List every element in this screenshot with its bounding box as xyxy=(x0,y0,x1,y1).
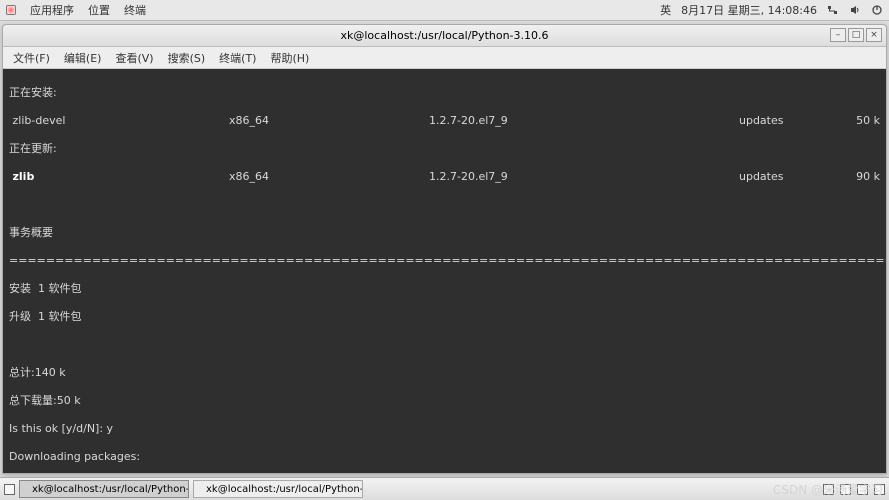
line xyxy=(9,198,880,212)
menubar: 文件(F) 编辑(E) 查看(V) 搜索(S) 终端(T) 帮助(H) xyxy=(3,47,886,69)
menu-terminal-m[interactable]: 终端(T) xyxy=(213,48,262,68)
menu-edit[interactable]: 编辑(E) xyxy=(58,48,108,68)
maximize-button[interactable]: □ xyxy=(848,28,864,42)
tray-icon[interactable] xyxy=(823,484,834,495)
line: 总计:140 k xyxy=(9,366,880,380)
clock[interactable]: 8月17日 星期三, 14:08:46 xyxy=(681,2,817,18)
show-desktop-button[interactable] xyxy=(4,484,15,495)
close-button[interactable]: × xyxy=(866,28,882,42)
taskbar: xk@localhost:/usr/local/Python-3.1... xk… xyxy=(0,477,889,500)
taskbar-item[interactable]: xk@localhost:/usr/local/Python-3.1... xyxy=(19,480,189,498)
terminal-output[interactable]: 正在安装: zlib-develx86_641.2.7-20.el7_9upda… xyxy=(3,69,886,473)
minimize-button[interactable]: – xyxy=(830,28,846,42)
taskbar-item[interactable]: xk@localhost:/usr/local/Python-3.1... xyxy=(193,480,363,498)
line: 正在安装: xyxy=(9,86,880,100)
menu-search[interactable]: 搜索(S) xyxy=(162,48,212,68)
line: 总下载量:50 k xyxy=(9,394,880,408)
volume-icon[interactable] xyxy=(849,4,861,16)
line: 事务概要 xyxy=(9,226,880,240)
pkg-row: zlib-develx86_641.2.7-20.el7_9updates50 … xyxy=(9,114,880,128)
line: 正在更新: xyxy=(9,142,880,156)
workspace-switcher[interactable] xyxy=(857,484,868,495)
desktop-topbar: 应用程序 位置 终端 英 8月17日 星期三, 14:08:46 xyxy=(0,0,889,21)
terminal-window: xk@localhost:/usr/local/Python-3.10.6 – … xyxy=(2,24,887,474)
menu-file[interactable]: 文件(F) xyxy=(7,48,56,68)
line: 安装 1 软件包 xyxy=(9,282,880,296)
power-icon[interactable] xyxy=(871,4,883,16)
window-titlebar[interactable]: xk@localhost:/usr/local/Python-3.10.6 – … xyxy=(3,25,886,47)
divider-line: ========================================… xyxy=(9,254,880,268)
menu-help[interactable]: 帮助(H) xyxy=(264,48,315,68)
line xyxy=(9,338,880,352)
menu-places[interactable]: 位置 xyxy=(88,2,110,18)
tray-icon[interactable] xyxy=(840,484,851,495)
distro-logo-icon xyxy=(6,5,16,15)
line: Is this ok [y/d/N]: y xyxy=(9,422,880,436)
workspace-switcher[interactable] xyxy=(874,484,885,495)
line: Downloading packages: xyxy=(9,450,880,464)
network-icon[interactable] xyxy=(827,4,839,16)
menu-terminal[interactable]: 终端 xyxy=(124,2,146,18)
ime-indicator[interactable]: 英 xyxy=(660,2,671,18)
menu-applications[interactable]: 应用程序 xyxy=(30,2,74,18)
line: 升级 1 软件包 xyxy=(9,310,880,324)
menu-view[interactable]: 查看(V) xyxy=(109,48,159,68)
window-title: xk@localhost:/usr/local/Python-3.10.6 xyxy=(340,29,548,42)
pkg-row: zlibx86_641.2.7-20.el7_9updates90 k xyxy=(9,170,880,184)
